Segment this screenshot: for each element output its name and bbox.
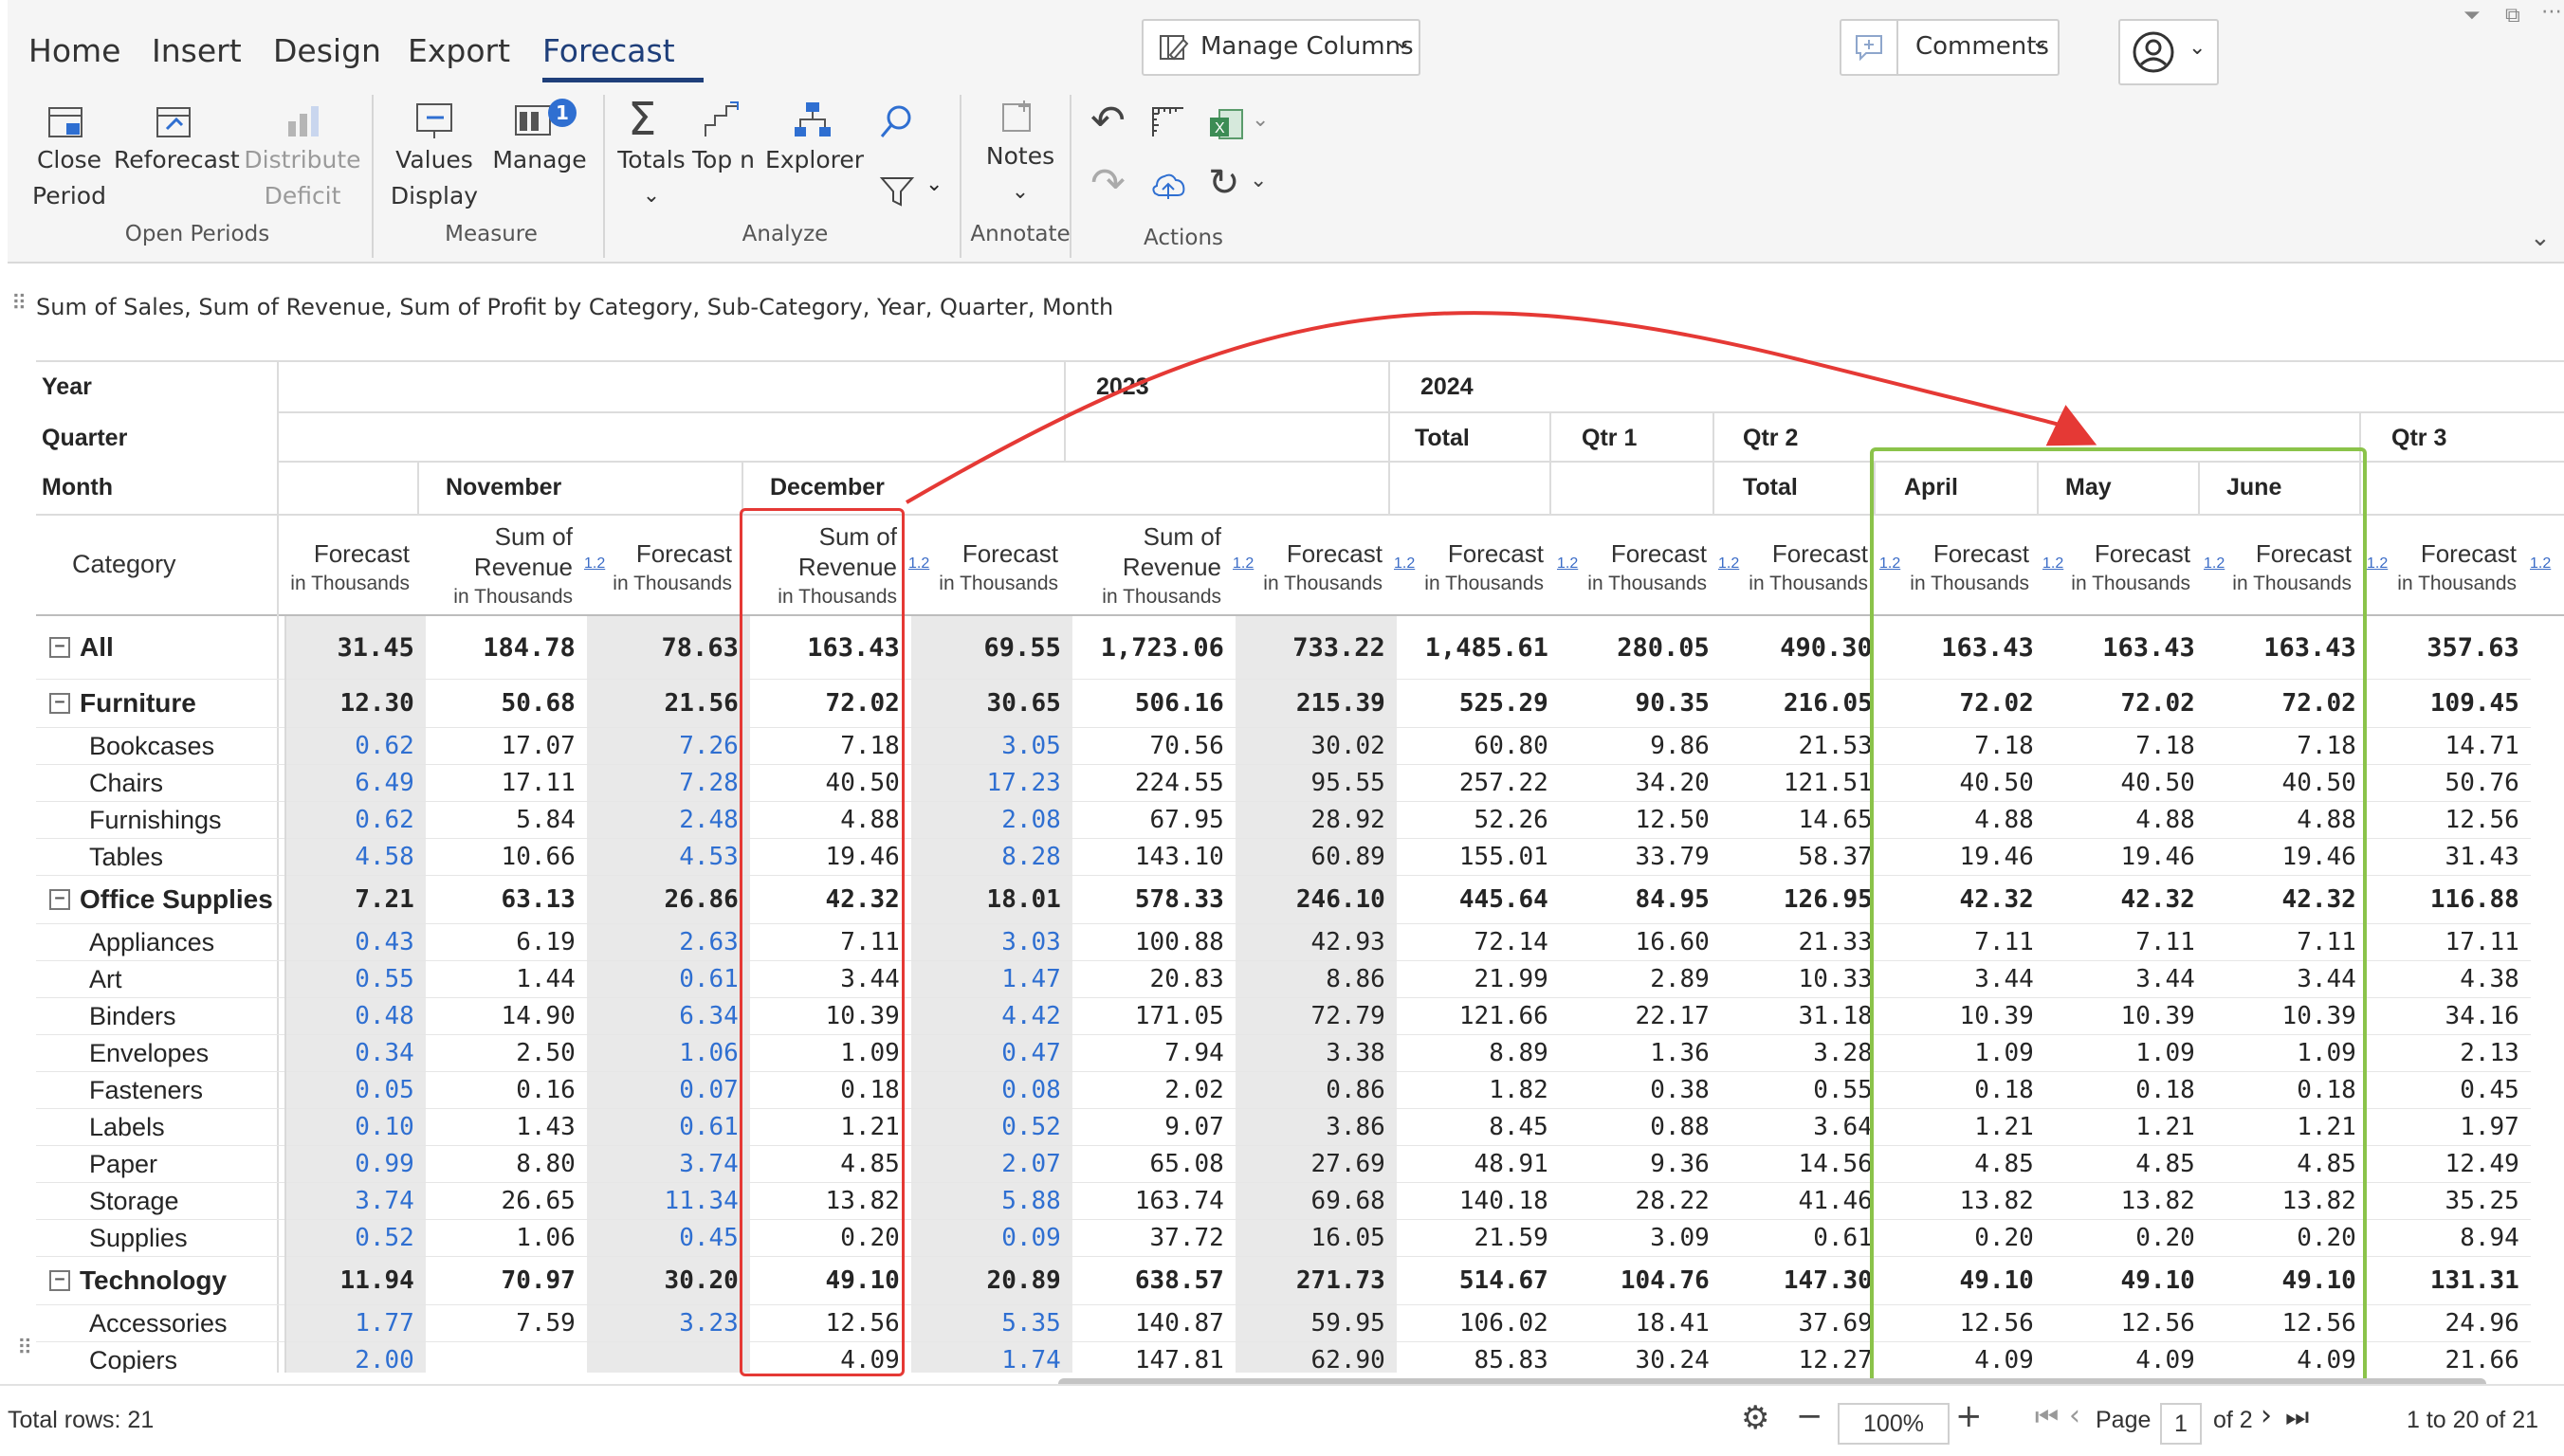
page-count-label: of 2 xyxy=(2213,1407,2253,1433)
page-number-input[interactable]: 1 xyxy=(2160,1403,2202,1445)
prev-page-icon[interactable]: ‹ xyxy=(2069,1399,2080,1432)
zoom-out-button[interactable]: − xyxy=(1796,1397,1823,1435)
page-label: Page xyxy=(2096,1407,2152,1433)
first-page-icon[interactable]: ⏮ xyxy=(2035,1401,2059,1433)
arrow-connector xyxy=(905,311,2097,504)
last-page-icon[interactable]: ⏭ xyxy=(2285,1401,2309,1433)
footer: Total rows: 21 ⚙ − 100% + ⏮ ‹ Page 1 of … xyxy=(0,1384,2564,1456)
row-range-label: 1 to 20 of 21 xyxy=(2407,1407,2539,1433)
zoom-in-button[interactable]: + xyxy=(1955,1397,1983,1435)
next-page-icon[interactable]: › xyxy=(2261,1399,2272,1432)
drag-handle-icon[interactable]: ⠿ xyxy=(17,1337,32,1360)
settings-gear-icon[interactable]: ⚙ xyxy=(1741,1399,1769,1437)
total-rows-label: Total rows: 21 xyxy=(8,1407,155,1433)
zoom-level-input[interactable]: 100% xyxy=(1838,1403,1950,1445)
